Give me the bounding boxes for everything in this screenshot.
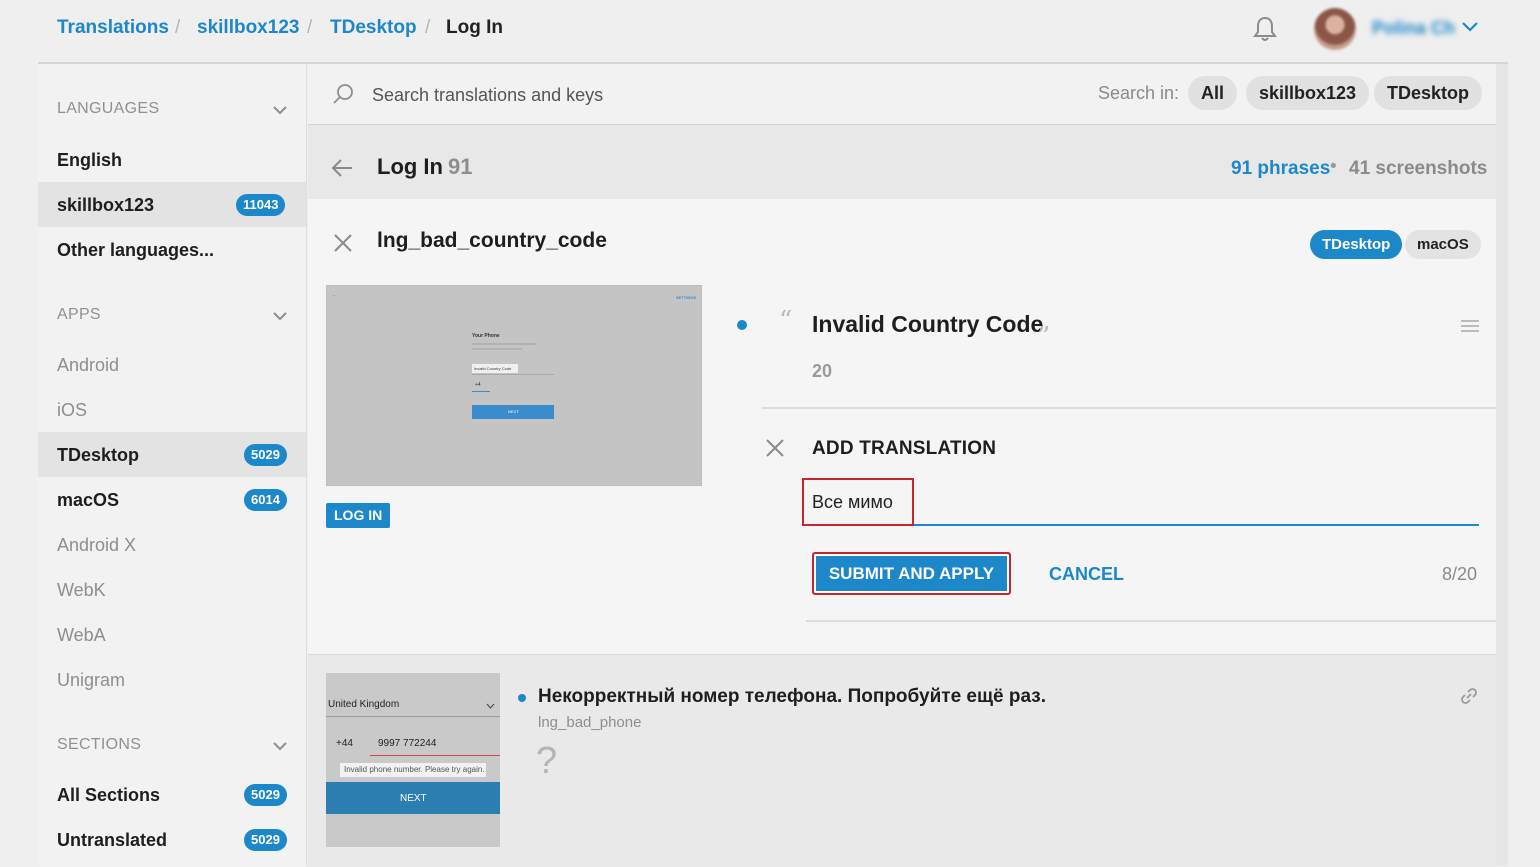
shot-settings: SETTINGS — [676, 295, 697, 300]
link-icon[interactable] — [1459, 686, 1479, 706]
dot-separator: • — [1330, 156, 1337, 177]
sidebar-item-ios[interactable]: iOS — [57, 400, 87, 421]
quote-close-icon: ” — [1037, 322, 1051, 352]
status-dot — [737, 320, 747, 330]
sidebar-item-label: TDesktop — [57, 445, 140, 465]
menu-icon[interactable] — [1461, 319, 1479, 333]
back-arrow-icon[interactable] — [330, 157, 354, 179]
divider — [762, 407, 1496, 409]
shot-country: United Kingdom — [328, 699, 400, 710]
breadcrumb-separator: / — [175, 17, 181, 38]
sidebar-item-other-languages[interactable]: Other languages... — [57, 240, 214, 261]
count-badge: 11043 — [236, 194, 286, 216]
breadcrumb-tdesktop[interactable]: TDesktop — [330, 17, 417, 39]
chevron-down-icon[interactable] — [272, 310, 288, 322]
entry-text[interactable]: Некорректный номер телефона. Попробуйте … — [538, 686, 1046, 708]
sidebar-item-webk[interactable]: WebK — [57, 580, 106, 601]
back-arrow-icon: ← — [331, 292, 338, 299]
shot-code: +44 — [336, 738, 353, 749]
sidebar-item-weba[interactable]: WebA — [57, 625, 106, 646]
key-name: lng_bad_country_code — [377, 229, 607, 252]
screenshot-thumbnail[interactable]: ← SETTINGS Your Phone Invalid Country Co… — [326, 285, 702, 486]
breadcrumb-separator: / — [425, 17, 431, 38]
sections-header[interactable]: SECTIONS — [57, 736, 141, 754]
sidebar-item-android-x[interactable]: Android X — [57, 535, 136, 556]
submit-and-apply-button[interactable]: SUBMIT AND APPLY — [812, 552, 1011, 595]
char-limit: 20 — [812, 361, 833, 381]
shot-phone: 9997 772244 — [378, 738, 437, 749]
languages-header[interactable]: LANGUAGES — [57, 100, 159, 118]
phrases-link[interactable]: 91 phrases — [1231, 158, 1330, 180]
avatar[interactable] — [1314, 8, 1356, 50]
entry-key: lng_bad_phone — [538, 714, 642, 731]
section-title: Log In — [377, 154, 443, 179]
translation-input[interactable] — [802, 478, 914, 526]
shot-next-button: NEXT — [326, 782, 500, 814]
sidebar-item-android[interactable]: Android — [57, 355, 119, 376]
shot-text-line — [472, 343, 536, 345]
shot-field: Invalid Country Code — [472, 364, 518, 373]
shot-next-label: NEXT — [400, 793, 427, 804]
chevron-down-icon[interactable] — [1461, 20, 1479, 34]
divider — [806, 620, 1496, 622]
shot-error-line — [370, 755, 500, 756]
search-input[interactable] — [370, 78, 894, 112]
bell-icon[interactable] — [1252, 15, 1278, 43]
sidebar-item-label: skillbox123 — [57, 195, 155, 215]
scrollbar-track[interactable] — [1496, 64, 1508, 866]
screenshot-section-button[interactable]: LOG IN — [326, 503, 391, 528]
sidebar-item-all-sections[interactable]: All Sections — [57, 785, 160, 806]
char-counter: 8/20 — [1442, 564, 1478, 584]
close-icon[interactable] — [766, 439, 784, 457]
count-badge: 5029 — [244, 829, 287, 851]
sidebar-item-english[interactable]: English — [57, 150, 122, 171]
sidebar-item-unigram[interactable]: Unigram — [57, 670, 125, 691]
shot-text-line — [472, 348, 522, 350]
breadcrumb-current: Log In — [446, 17, 503, 38]
tag-tdesktop[interactable]: TDesktop — [1310, 230, 1403, 259]
count-badge: 6014 — [244, 489, 287, 511]
shot-underline — [472, 374, 554, 375]
search-scope-all[interactable]: All — [1188, 76, 1238, 110]
screenshot-thumbnail[interactable]: United Kingdom +44 9997 772244 Invalid p… — [326, 673, 500, 847]
section-count: 91 — [448, 154, 473, 179]
chevron-down-icon — [486, 703, 495, 709]
tag-macos[interactable]: macOS — [1405, 230, 1481, 259]
breadcrumb-separator: / — [307, 17, 313, 38]
shot-error-box: Invalid phone number. Please try again. — [340, 763, 486, 777]
search-scope-tdesktop[interactable]: TDesktop — [1374, 76, 1483, 110]
count-badge: 5029 — [244, 444, 287, 466]
screenshots-count[interactable]: 41 screenshots — [1349, 158, 1487, 180]
count-badge: 5029 — [244, 784, 287, 806]
shot-underline — [472, 391, 490, 392]
search-scope-skillbox123[interactable]: skillbox123 — [1246, 76, 1370, 110]
breadcrumb-skillbox123[interactable]: skillbox123 — [197, 17, 299, 39]
quote-open-icon: “ — [779, 306, 793, 336]
cancel-button[interactable]: CANCEL — [1049, 564, 1124, 585]
shot-code: +4 — [475, 382, 481, 388]
close-icon[interactable] — [333, 233, 353, 253]
status-dot — [518, 694, 526, 702]
shot-title: Your Phone — [472, 333, 500, 339]
apps-header[interactable]: APPS — [57, 306, 101, 324]
chevron-down-icon[interactable] — [272, 104, 288, 116]
user-name[interactable]: Polina Ch — [1372, 18, 1455, 39]
shot-next-button: NEXT — [472, 405, 554, 419]
breadcrumb-translations[interactable]: Translations — [57, 17, 169, 39]
sidebar-item-macos[interactable]: macOS — [57, 490, 119, 511]
source-text: Invalid Country Code — [812, 311, 1044, 337]
untranslated-placeholder: ? — [536, 740, 558, 782]
search-in-label: Search in: — [1098, 83, 1180, 103]
shot-divider — [326, 716, 500, 717]
search-icon — [333, 84, 353, 104]
chevron-down-icon[interactable] — [272, 740, 288, 752]
sidebar-item-untranslated[interactable]: Untranslated — [57, 830, 167, 851]
shot-field-text: Invalid Country Code — [474, 366, 512, 371]
shot-error-text: Invalid phone number. Please try again. — [344, 765, 485, 774]
shot-next-label: NEXT — [508, 409, 519, 414]
add-translation-label: ADD TRANSLATION — [812, 438, 997, 459]
